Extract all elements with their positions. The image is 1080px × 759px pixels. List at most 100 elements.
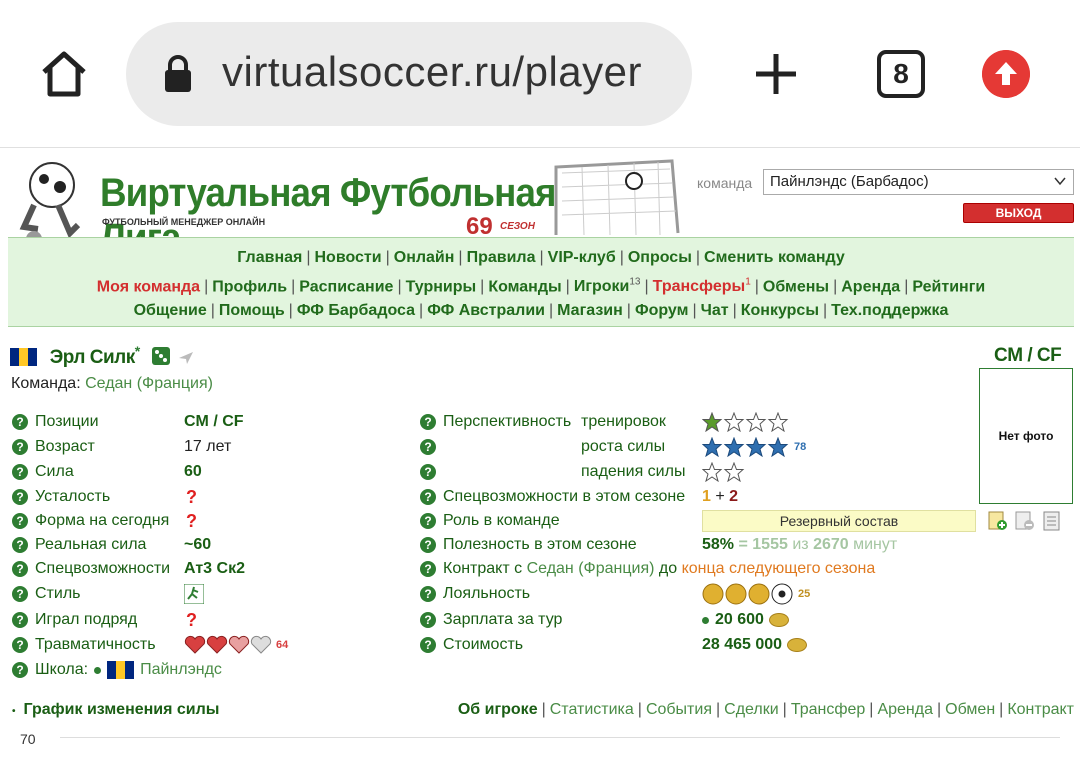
graph-gridline [60, 737, 1060, 738]
nav-item[interactable]: Турниры [406, 278, 477, 295]
help-icon[interactable]: ? [12, 513, 28, 529]
tab-exchange[interactable]: Обмен [945, 701, 995, 718]
nav-item[interactable]: Обмены [763, 278, 829, 295]
tab-events[interactable]: События [646, 701, 712, 718]
heart-icons [184, 635, 272, 654]
nav-item[interactable]: Игроки13 [574, 277, 641, 295]
nav-item[interactable]: Общение [134, 302, 207, 319]
stat-row: ? Позиции CM / CF [12, 411, 244, 433]
new-tab-icon[interactable] [754, 52, 798, 96]
help-icon[interactable]: ? [12, 439, 28, 455]
nav-item[interactable]: Новости [315, 249, 382, 266]
document-icon[interactable] [1042, 511, 1062, 531]
help-icon[interactable]: ? [12, 489, 28, 505]
stat-row: ? Усталость? [12, 486, 197, 508]
url-text[interactable]: virtualsoccer.ru/player [222, 48, 672, 96]
player-team-link[interactable]: Седан (Франция) [85, 375, 213, 392]
nav-item[interactable]: Команды [488, 278, 561, 295]
home-icon[interactable] [38, 48, 90, 100]
stat-row: ? Возраст 17 лет [12, 436, 231, 458]
help-icon[interactable]: ? [12, 561, 28, 577]
player-photo: Нет фото [979, 368, 1073, 504]
nav-item[interactable]: Помощь [219, 302, 285, 319]
help-icon[interactable]: ? [12, 637, 28, 653]
nav-item[interactable]: Сменить команду [704, 249, 845, 266]
help-icon[interactable]: ? [420, 439, 436, 455]
coin-icon [768, 613, 789, 627]
barbados-flag-icon [107, 661, 135, 679]
player-star: * [134, 343, 140, 359]
tab-deals[interactable]: Сделки [724, 701, 779, 718]
add-note-icon[interactable] [988, 511, 1008, 531]
nav-item[interactable]: VIP-клуб [548, 249, 616, 266]
growth-stars: 78 [702, 437, 806, 457]
dice-icon[interactable] [151, 346, 171, 366]
nav-item[interactable]: Опросы [628, 249, 692, 266]
help-icon[interactable]: ? [420, 637, 436, 653]
browser-toolbar: virtualsoccer.ru/player 8 [0, 0, 1080, 148]
help-icon[interactable]: ? [12, 464, 28, 480]
help-icon[interactable]: ? [420, 464, 436, 480]
site-logo[interactable]: Виртуальная Футбольная Лига ФУТБОЛЬНЫЙ М… [4, 157, 684, 260]
nav-item[interactable]: Профиль [212, 278, 287, 295]
help-icon[interactable]: ? [12, 537, 28, 553]
tab-contract[interactable]: Контракт [1007, 701, 1074, 718]
school-link[interactable]: Пайнлэндс [140, 661, 222, 679]
nav-item[interactable]: Трансферы1 [653, 277, 751, 295]
update-icon[interactable] [982, 50, 1030, 98]
nav-item[interactable]: Главная [237, 249, 302, 266]
nav-item[interactable]: Аренда [841, 278, 900, 295]
help-icon[interactable]: ? [420, 586, 436, 602]
nav-item[interactable]: Рейтинги [912, 278, 985, 295]
stat-row: ? Реальная сила ~60 [12, 534, 211, 556]
dot-icon [702, 616, 709, 624]
tab-loan[interactable]: Аренда [877, 701, 933, 718]
nav-row-1: Главная | Новости | Онлайн | Правила | VIP-клуб |… [237, 249, 845, 266]
nav-row-3: Общение | Помощь | ФФ Барбадоса | ФФ Австралии… [133, 302, 949, 320]
stat-row: ? падения силы [420, 461, 980, 483]
nav-item[interactable]: Конкурсы [741, 302, 819, 319]
remove-note-icon[interactable] [1015, 511, 1035, 531]
nav-item[interactable]: Магазин [557, 302, 623, 319]
help-icon[interactable]: ? [420, 414, 436, 430]
nav-item[interactable]: Расписание [299, 278, 393, 295]
help-icon[interactable]: ? [420, 612, 436, 628]
help-icon[interactable]: ? [12, 414, 28, 430]
team-select[interactable]: Пайнлэндс (Барбадос) [763, 169, 1074, 195]
nav-row-2: Моя команда | Профиль | Расписание | Турниры | К… [96, 276, 986, 295]
plane-icon [179, 352, 194, 365]
nav-item[interactable]: Форум [635, 302, 689, 319]
player-position-title: CM / CF [994, 345, 1062, 366]
help-icon[interactable]: ? [12, 586, 28, 602]
tab-transfer[interactable]: Трансфер [791, 701, 865, 718]
stat-row: ? Зарплата за тур 20 600 [420, 609, 980, 631]
stat-row: ? Спецвозможности в этом сезоне 1 + 2 [420, 486, 980, 508]
stat-row: ? Контракт с Седан (Франция) до конца сле… [420, 558, 980, 580]
nav-item[interactable]: Онлайн [394, 249, 455, 266]
help-icon[interactable]: ? [420, 561, 436, 577]
tab-about[interactable]: Об игроке [458, 701, 538, 718]
help-icon[interactable]: ? [420, 489, 436, 505]
tab-stats[interactable]: Статистика [550, 701, 634, 718]
help-icon[interactable]: ? [12, 662, 28, 678]
nav-item[interactable]: Правила [467, 249, 536, 266]
help-icon[interactable]: ? [12, 612, 28, 628]
stat-row: ? Форма на сегодня? [12, 510, 197, 532]
style-icon [184, 584, 204, 604]
nav-item[interactable]: ФФ Австралии [427, 302, 545, 319]
exit-button[interactable]: ВЫХОД [963, 203, 1074, 223]
barbados-flag-icon [10, 348, 37, 367]
help-icon[interactable]: ? [420, 513, 436, 529]
team-select-label: команда [697, 175, 753, 191]
help-icon[interactable]: ? [420, 537, 436, 553]
stat-row: ? роста силы 78 [420, 436, 980, 458]
nav-item[interactable]: ФФ Барбадоса [297, 302, 415, 319]
nav-item[interactable]: Моя команда [97, 278, 200, 295]
loyalty-icons: 25 [702, 583, 810, 605]
graph-title[interactable]: • График изменения силы [12, 701, 219, 719]
tab-count-button[interactable]: 8 [877, 50, 925, 98]
contract-team-link[interactable]: Седан (Франция) [527, 560, 655, 578]
nav-item[interactable]: Чат [701, 302, 729, 319]
stat-row: ? Перспективность тренировок [420, 411, 980, 433]
nav-item[interactable]: Тех.поддержка [831, 302, 948, 319]
